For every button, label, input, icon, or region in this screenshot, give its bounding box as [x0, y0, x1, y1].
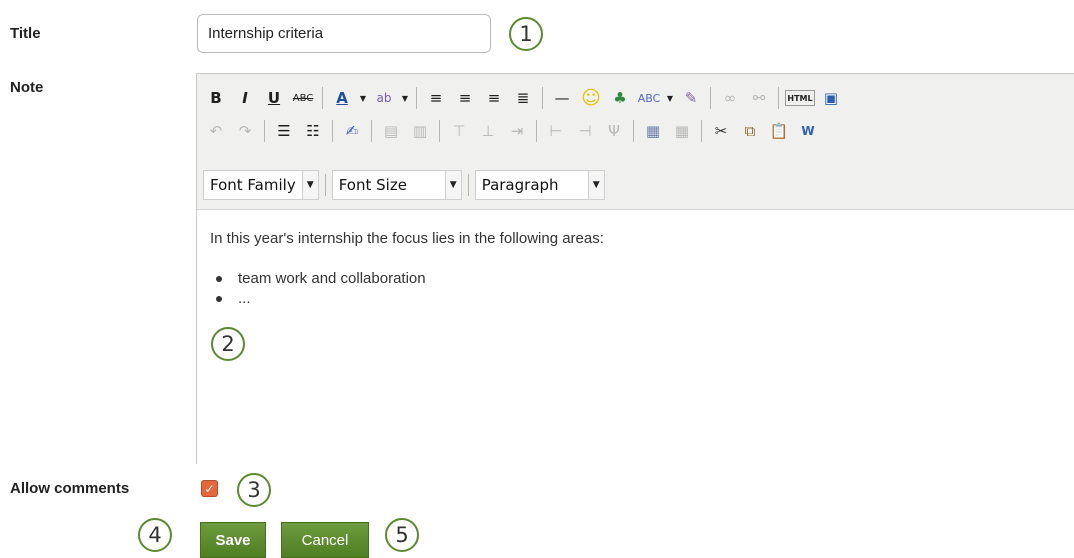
toolbar-row-2: ↶ ↷ ☰ ☷ ✍ ▤ ▥ ⊤ ⊥ ⇥ ⊢ ⊣ Ψ ▦ ▦ ✂ ⧉ 📋 W	[203, 117, 824, 145]
title-input[interactable]	[197, 14, 491, 53]
insert-col-after-icon[interactable]: ⊣	[572, 118, 598, 144]
title-label: Title	[10, 25, 41, 42]
callout-marker: 3	[237, 473, 271, 507]
separator	[371, 120, 372, 142]
separator	[416, 87, 417, 109]
cut-icon[interactable]: ✂	[708, 118, 734, 144]
separator	[264, 120, 265, 142]
italic-icon[interactable]: I	[232, 85, 258, 111]
dropdown-arrow-icon[interactable]: ▼	[400, 85, 410, 111]
note-editor: B I U ABC A ▼ ab ▼ ≡ ≡ ≡ ≣ — ☺ ♣ ABC ▼ ✎…	[196, 73, 1074, 464]
edit-icon[interactable]: ✍	[339, 118, 365, 144]
callout-marker: 5	[385, 518, 419, 552]
separator	[710, 87, 711, 109]
toolbar-row-3: Font Family ▼ Font Size ▼ Paragraph ▼	[203, 169, 608, 201]
table-row-icon[interactable]: ▤	[378, 118, 404, 144]
html-source-icon[interactable]: HTML	[785, 90, 815, 106]
separator	[322, 87, 323, 109]
font-family-select[interactable]: Font Family ▼	[203, 170, 319, 200]
link-icon[interactable]: ∞	[717, 85, 743, 111]
table-col-icon[interactable]: ▥	[407, 118, 433, 144]
underline-icon[interactable]: U	[261, 85, 287, 111]
save-button[interactable]: Save	[200, 522, 266, 558]
separator	[536, 120, 537, 142]
dropdown-arrow-icon[interactable]: ▼	[358, 85, 368, 111]
chevron-down-icon: ▼	[587, 171, 604, 199]
undo-icon[interactable]: ↶	[203, 118, 229, 144]
bold-icon[interactable]: B	[203, 85, 229, 111]
note-label: Note	[10, 79, 44, 96]
toolbar-row-1: B I U ABC A ▼ ab ▼ ≡ ≡ ≡ ≣ — ☺ ♣ ABC ▼ ✎…	[203, 84, 847, 112]
separator	[324, 174, 326, 196]
fullscreen-icon[interactable]: ▣	[818, 85, 844, 111]
callout-marker: 4	[138, 518, 172, 552]
font-family-select-label: Font Family	[210, 176, 296, 194]
unlink-icon[interactable]: ⚯	[746, 85, 772, 111]
strikethrough-icon[interactable]: ABC	[290, 85, 316, 111]
font-size-select-label: Font Size	[338, 176, 407, 194]
emoticon-icon[interactable]: ☺	[578, 85, 604, 111]
insert-row-after-icon[interactable]: ⊥	[475, 118, 501, 144]
separator	[467, 174, 469, 196]
table-icon[interactable]: ▦	[640, 118, 666, 144]
delete-row-icon[interactable]: ⇥	[504, 118, 530, 144]
image-icon[interactable]: ♣	[607, 85, 633, 111]
align-center-icon[interactable]: ≡	[452, 85, 478, 111]
insert-row-before-icon[interactable]: ⊤	[446, 118, 472, 144]
dropdown-arrow-icon[interactable]: ▼	[665, 85, 675, 111]
chevron-down-icon: ▼	[444, 171, 461, 199]
chevron-down-icon: ▼	[301, 171, 318, 199]
separator	[701, 120, 702, 142]
cleanup-icon[interactable]: ✎	[678, 85, 704, 111]
cancel-button[interactable]: Cancel	[281, 522, 369, 558]
paste-word-icon[interactable]: W	[795, 118, 821, 144]
bullet-list-icon[interactable]: ☰	[271, 118, 297, 144]
content-bullet-list: team work and collaboration ...	[210, 269, 1074, 309]
separator	[633, 120, 634, 142]
callout-marker: 2	[211, 327, 245, 361]
highlight-color-icon[interactable]: ab	[371, 85, 397, 111]
align-left-icon[interactable]: ≡	[423, 85, 449, 111]
text-color-icon[interactable]: A	[329, 85, 355, 111]
font-size-select[interactable]: Font Size ▼	[331, 170, 462, 200]
redo-icon[interactable]: ↷	[232, 118, 258, 144]
checkmark-icon: ✓	[204, 481, 215, 496]
delete-col-icon[interactable]: Ψ	[601, 118, 627, 144]
allow-comments-checkbox[interactable]: ✓	[201, 480, 218, 497]
separator	[778, 87, 779, 109]
format-select-label: Paragraph	[481, 176, 559, 194]
paste-icon[interactable]: 📋	[766, 118, 792, 144]
content-paragraph: In this year's internship the focus lies…	[210, 230, 604, 247]
align-right-icon[interactable]: ≡	[481, 85, 507, 111]
callout-marker: 1	[509, 17, 543, 51]
editor-content[interactable]: In this year's internship the focus lies…	[197, 209, 1074, 464]
separator	[332, 120, 333, 142]
list-item: team work and collaboration	[210, 269, 1074, 289]
insert-col-before-icon[interactable]: ⊢	[543, 118, 569, 144]
copy-icon[interactable]: ⧉	[737, 118, 763, 144]
list-item: ...	[210, 289, 1074, 309]
spellcheck-icon[interactable]: ABC	[636, 85, 662, 111]
format-select[interactable]: Paragraph ▼	[474, 170, 605, 200]
numbered-list-icon[interactable]: ☷	[300, 118, 326, 144]
justify-icon[interactable]: ≣	[510, 85, 536, 111]
horizontal-rule-icon[interactable]: —	[549, 85, 575, 111]
separator	[439, 120, 440, 142]
allow-comments-label: Allow comments	[10, 480, 130, 497]
separator	[542, 87, 543, 109]
table-props-icon[interactable]: ▦	[669, 118, 695, 144]
